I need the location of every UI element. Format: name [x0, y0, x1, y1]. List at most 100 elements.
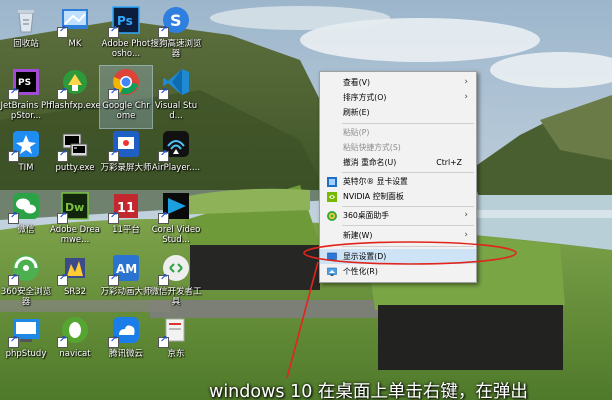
submenu-arrow-icon: › [464, 92, 468, 102]
chrome-icon [108, 66, 142, 100]
shortcut-arrow-icon [57, 335, 68, 348]
desktop-shortcut-airplayer[interactable]: AirPlayer.... [150, 128, 202, 190]
menu-separator [342, 123, 474, 124]
desktop-shortcut-corel-videostudio[interactable]: Corel VideoStud... [150, 190, 202, 252]
desktop-shortcut-tim[interactable]: TIM [0, 128, 52, 190]
desktop-shortcut-mk[interactable]: MK [49, 4, 101, 66]
submenu-arrow-icon: › [464, 230, 468, 240]
svg-text:11: 11 [117, 201, 135, 216]
desktop-shortcut-sr32[interactable]: SR32 [49, 252, 101, 314]
desktop-shortcut-recycle-bin[interactable]: 回收站 [0, 4, 52, 66]
navicat-icon [57, 314, 91, 348]
wechat-devtools-icon [158, 252, 192, 286]
shortcut-arrow-icon [158, 149, 169, 162]
menu-separator [342, 206, 474, 207]
desktop-shortcut-label: flashfxp.exe [49, 101, 101, 111]
desktop-shortcut-wancai-recorder[interactable]: 万彩录屏大师 [100, 128, 152, 190]
shortcut-arrow-icon [108, 87, 119, 100]
svg-text:S: S [170, 11, 182, 30]
desktop-shortcut-chrome[interactable]: Google Chrome [99, 65, 153, 129]
desktop-shortcut-360-browser[interactable]: 360安全浏览器 [0, 252, 52, 314]
menu-item-label: 粘贴快捷方式(S) [343, 143, 401, 152]
desktop-shortcut-label: 360安全浏览器 [0, 287, 52, 307]
shortcut-arrow-icon [108, 149, 119, 162]
svg-text:AM: AM [116, 262, 137, 276]
desktop-shortcut-label: 11平台 [112, 225, 140, 235]
sogou-browser-icon: S [158, 4, 192, 38]
submenu-arrow-icon: › [464, 210, 468, 220]
360-desktop-icon [327, 211, 337, 221]
menu-item-label: 新建(W) [343, 231, 373, 240]
weiyun-icon [108, 314, 142, 348]
menu-item-nvidia-control-panel[interactable]: NVIDIA 控制面板 [320, 189, 476, 204]
desktop-shortcut-label: 微信开发者工具 [150, 287, 202, 307]
menu-item-paste[interactable]: 粘贴(P) [320, 125, 476, 140]
desktop-shortcut-weiyun[interactable]: 腾讯微云 [100, 314, 152, 376]
desktop-shortcut-label: 搜狗高速浏览器 [150, 39, 202, 59]
desktop-shortcut-jd[interactable]: 京东 [150, 314, 202, 376]
shortcut-arrow-icon [158, 211, 169, 224]
menu-item-sort-by[interactable]: 排序方式(O) › [320, 90, 476, 105]
desktop-shortcut-label: TIM [18, 163, 34, 173]
menu-item-personalize[interactable]: 个性化(R) [320, 264, 476, 279]
menu-item-intel-graphics[interactable]: 英特尔® 显卡设置 [320, 174, 476, 189]
tim-icon [8, 128, 42, 162]
menu-item-paste-shortcut[interactable]: 粘贴快捷方式(S) [320, 140, 476, 155]
desktop-shortcut-label: MK [68, 39, 82, 49]
wechat-icon [8, 190, 42, 224]
shortcut-arrow-icon [57, 87, 68, 100]
shortcut-arrow-icon [158, 25, 169, 38]
shortcut-arrow-icon [8, 211, 19, 224]
menu-item-shortcut: Ctrl+Z [436, 158, 462, 167]
desktop-shortcut-label: Corel VideoStud... [151, 225, 201, 245]
shortcut-arrow-icon [158, 273, 169, 286]
menu-item-refresh[interactable]: 刷新(E) [320, 105, 476, 120]
desktop-shortcut-platform11[interactable]: 11 11平台 [100, 190, 152, 252]
wancai-animation-icon: AM [108, 252, 142, 286]
shortcut-arrow-icon [57, 273, 68, 286]
desktop-shortcut-putty[interactable]: putty.exe [49, 128, 101, 190]
shortcut-arrow-icon [8, 335, 19, 348]
shortcut-arrow-icon [8, 87, 19, 100]
menu-separator [342, 246, 474, 247]
submenu-arrow-icon: › [464, 77, 468, 87]
desktop-shortcut-sogou-browser[interactable]: S 搜狗高速浏览器 [150, 4, 202, 66]
menu-item-label: 查看(V) [343, 78, 371, 87]
airplayer-icon [158, 128, 192, 162]
desktop-shortcut-label: putty.exe [55, 163, 95, 173]
menu-item-360-desktop[interactable]: 360桌面助手 › [320, 208, 476, 223]
nvidia-icon [327, 192, 337, 202]
360-browser-icon [8, 252, 42, 286]
desktop-shortcut-label: 万彩录屏大师 [100, 163, 152, 173]
desktop-shortcut-label: 腾讯微云 [108, 349, 143, 359]
desktop-shortcut-label: 回收站 [13, 39, 39, 49]
desktop-shortcut-phpstudy[interactable]: phpStudy [0, 314, 52, 376]
desktop-shortcut-wancai-animation[interactable]: AM 万彩动画大师 [100, 252, 152, 314]
desktop-shortcut-label: AirPlayer.... [151, 163, 201, 173]
menu-item-label: 显示设置(D) [343, 252, 387, 261]
desktop-shortcut-navicat[interactable]: navicat [49, 314, 101, 376]
photoshop-icon: Ps [108, 4, 142, 38]
desktop-shortcut-label: 微信 [17, 225, 35, 235]
desktop-shortcut-wechat-devtools[interactable]: 微信开发者工具 [150, 252, 202, 314]
desktop-shortcut-label: JetBrains PhpStor... [0, 101, 52, 121]
menu-item-new[interactable]: 新建(W) › [320, 228, 476, 243]
svg-text:PS: PS [18, 78, 31, 88]
desktop-shortcut-photoshop[interactable]: Ps Adobe Photosho... [100, 4, 152, 66]
desktop-shortcut-phpstorm[interactable]: PS JetBrains PhpStor... [0, 66, 52, 128]
desktop-shortcut-wechat[interactable]: 微信 [0, 190, 52, 252]
desktop-shortcut-vscode[interactable]: Visual Stud... [150, 66, 202, 128]
desktop-shortcut-flashfxp[interactable]: flashfxp.exe [49, 66, 101, 128]
mk-icon [57, 4, 91, 38]
menu-item-view[interactable]: 查看(V) › [320, 75, 476, 90]
flashfxp-icon [57, 66, 91, 100]
shortcut-arrow-icon [108, 25, 119, 38]
menu-item-label: 粘贴(P) [343, 128, 370, 137]
menu-item-label: 排序方式(O) [343, 93, 387, 102]
desktop-shortcut-dreamweaver[interactable]: DwAdobe Dreamwe... [49, 190, 101, 252]
desktop-shortcut-label: phpStudy [5, 349, 47, 359]
menu-item-display-settings[interactable]: 显示设置(D) [320, 249, 476, 264]
shortcut-arrow-icon [108, 211, 119, 224]
menu-item-undo-rename[interactable]: 撤消 重命名(U) Ctrl+Z [320, 155, 476, 170]
menu-item-label: 刷新(E) [343, 108, 370, 117]
